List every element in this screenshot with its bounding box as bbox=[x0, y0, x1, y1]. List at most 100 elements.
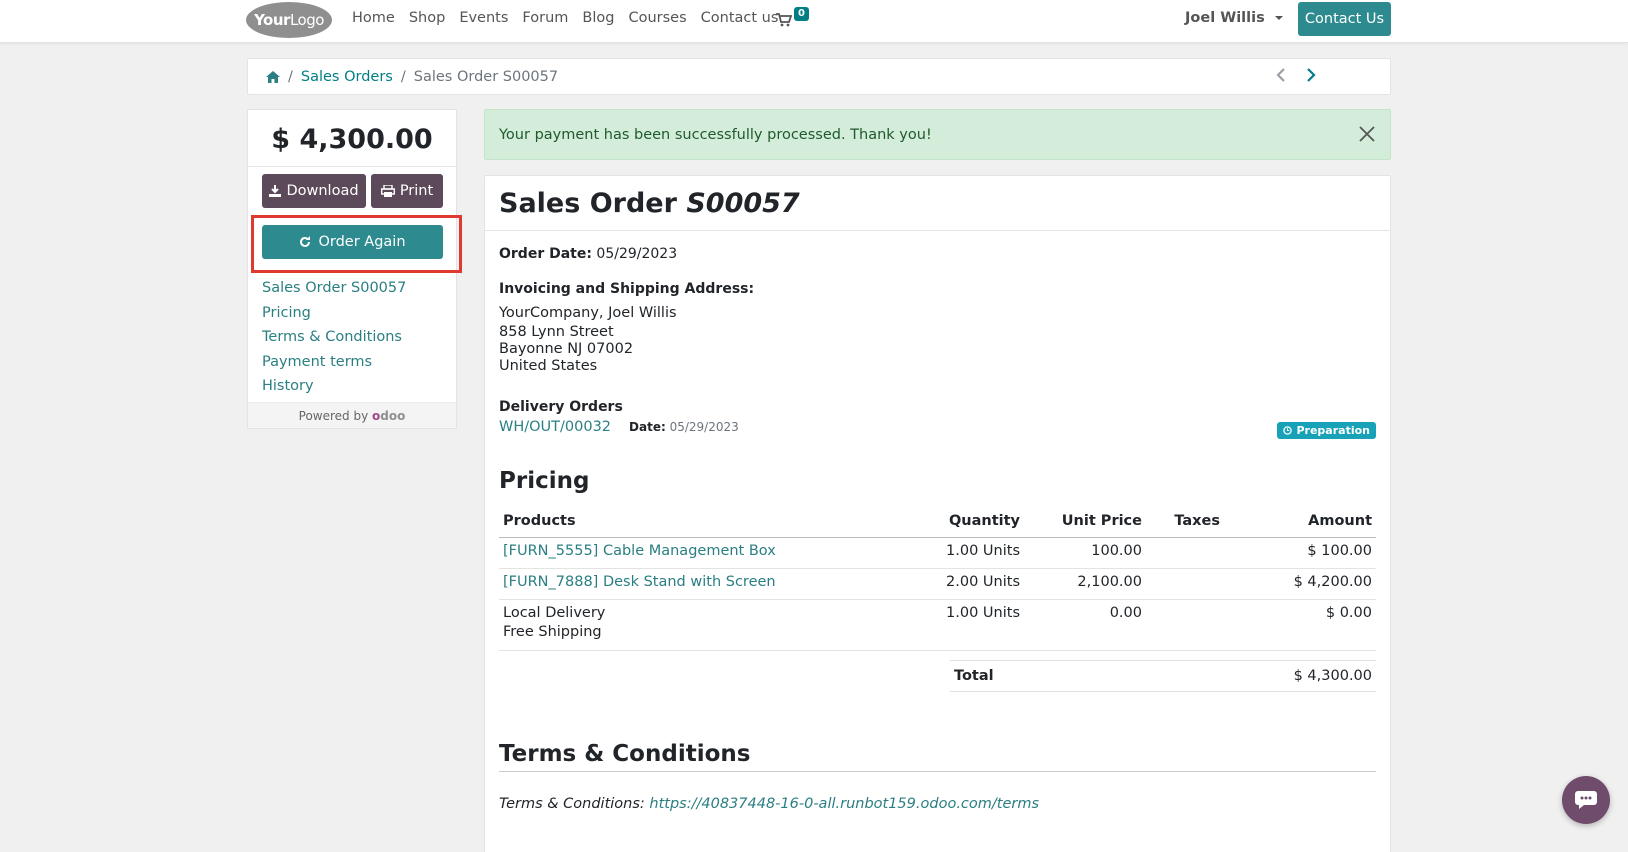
cart-count-badge: 0 bbox=[794, 7, 809, 21]
sales-order-card: Sales Order S00057 Order Date: 05/29/202… bbox=[484, 175, 1391, 852]
order-total-amount: $ 4,300.00 bbox=[271, 124, 433, 155]
taxes-cell bbox=[1146, 537, 1224, 569]
logo-text-thin: Logo bbox=[289, 11, 324, 29]
top-navbar: Your Logo Home Shop Events Forum Blog Cou… bbox=[0, 0, 1628, 43]
sidebar-link-history[interactable]: History bbox=[262, 374, 406, 399]
print-button[interactable]: Print bbox=[371, 174, 443, 208]
address-block: Invoicing and Shipping Address: YourComp… bbox=[499, 281, 754, 375]
unit-price-cell: 0.00 bbox=[1024, 599, 1146, 651]
nav-courses[interactable]: Courses bbox=[628, 10, 686, 26]
column-header: Taxes bbox=[1146, 506, 1224, 538]
column-header: Amount bbox=[1224, 506, 1376, 538]
user-name: Joel Willis bbox=[1185, 10, 1265, 26]
pricing-heading: Pricing bbox=[499, 468, 590, 494]
address-line: YourCompany, Joel Willis bbox=[499, 305, 677, 321]
nav-contact-us[interactable]: Contact us bbox=[701, 10, 779, 26]
breadcrumb-sales-orders[interactable]: Sales Orders bbox=[301, 69, 393, 85]
sidebar-link-sales-order[interactable]: Sales Order S00057 bbox=[262, 276, 406, 301]
delivery-row: WH/OUT/00032 Date: 05/29/2023 bbox=[499, 419, 739, 435]
print-icon bbox=[380, 185, 395, 197]
breadcrumb-separator: / bbox=[400, 68, 406, 85]
products-table: Products Quantity Unit Price Taxes Amoun… bbox=[499, 506, 1376, 651]
table-header-row: Products Quantity Unit Price Taxes Amoun… bbox=[499, 506, 1376, 538]
taxes-cell bbox=[1146, 599, 1224, 651]
address-line: Bayonne NJ 07002 bbox=[499, 341, 634, 357]
download-button[interactable]: Download bbox=[262, 174, 366, 208]
refresh-icon bbox=[300, 236, 311, 247]
payment-success-alert: Your payment has been successfully proce… bbox=[484, 109, 1391, 160]
live-chat-button[interactable] bbox=[1562, 776, 1610, 824]
odoo-logo[interactable]: odoo bbox=[372, 409, 405, 423]
delivery-orders-block: Delivery Orders WH/OUT/00032 Date: 05/29… bbox=[499, 399, 739, 435]
order-again-button[interactable]: Order Again bbox=[262, 225, 443, 259]
nav-home[interactable]: Home bbox=[352, 10, 395, 26]
nav-events[interactable]: Events bbox=[459, 10, 508, 26]
order-again-label: Order Again bbox=[318, 234, 406, 250]
total-label: Total bbox=[954, 668, 994, 684]
address-label: Invoicing and Shipping Address: bbox=[499, 281, 755, 297]
address-line: 858 Lynn Street bbox=[499, 324, 614, 340]
product-link[interactable]: [FURN_5555] Cable Management Box bbox=[503, 543, 776, 559]
product-description: Free Shipping bbox=[503, 623, 602, 640]
quantity-cell: 1.00 Units bbox=[914, 537, 1024, 569]
sidebar-nav: Sales Order S00057 Pricing Terms & Condi… bbox=[262, 276, 406, 399]
home-icon[interactable] bbox=[266, 70, 280, 83]
amount-cell: $ 0.00 bbox=[1224, 599, 1376, 651]
terms-heading: Terms & Conditions bbox=[499, 741, 1376, 772]
nav-blog[interactable]: Blog bbox=[582, 10, 614, 26]
delivery-date-value: 05/29/2023 bbox=[669, 420, 739, 434]
delivery-date-label: Date: bbox=[629, 420, 666, 434]
amount-cell: $ 4,200.00 bbox=[1224, 568, 1376, 600]
table-row: [FURN_7888] Desk Stand with Screen 2.00 … bbox=[499, 568, 1376, 600]
terms-label: Terms & Conditions: bbox=[499, 796, 645, 812]
unit-price-cell: 2,100.00 bbox=[1024, 568, 1146, 600]
quantity-cell: 1.00 Units bbox=[914, 599, 1024, 651]
chevron-left-icon[interactable] bbox=[1276, 68, 1286, 82]
record-pager bbox=[1276, 68, 1316, 82]
column-header: Products bbox=[499, 506, 914, 538]
breadcrumb-separator: / bbox=[288, 68, 293, 85]
terms-url-link[interactable]: https://40837448-16-0-all.runbot159.odoo… bbox=[649, 796, 1039, 812]
breadcrumb-current: Sales Order S00057 bbox=[413, 68, 559, 85]
delivery-order-link[interactable]: WH/OUT/00032 bbox=[499, 419, 611, 435]
breadcrumb: / Sales Orders / Sales Order S00057 bbox=[247, 58, 1391, 95]
user-dropdown[interactable]: Joel Willis bbox=[1185, 10, 1283, 26]
sidebar-link-pricing[interactable]: Pricing bbox=[262, 301, 406, 326]
company-logo[interactable]: Your Logo bbox=[246, 2, 332, 38]
table-row: [FURN_5555] Cable Management Box 1.00 Un… bbox=[499, 537, 1376, 569]
powered-by-text: Powered by bbox=[298, 409, 369, 423]
order-sidebar: $ 4,300.00 Download Print Order Again Sa… bbox=[247, 109, 462, 429]
address-line: United States bbox=[499, 358, 598, 374]
column-header: Unit Price bbox=[1024, 506, 1146, 538]
delivery-date: Date: 05/29/2023 bbox=[629, 420, 739, 434]
taxes-cell bbox=[1146, 568, 1224, 600]
sidebar-link-terms[interactable]: Terms & Conditions bbox=[262, 325, 406, 350]
unit-price-cell: 100.00 bbox=[1024, 537, 1146, 569]
download-label: Download bbox=[286, 183, 359, 199]
contact-us-button[interactable]: Contact Us bbox=[1298, 2, 1391, 36]
total-row: Total $ 4,300.00 bbox=[950, 660, 1376, 692]
chat-bubble-icon bbox=[1575, 791, 1597, 809]
order-date-label: Order Date: bbox=[499, 246, 592, 262]
product-cell: [FURN_5555] Cable Management Box bbox=[499, 537, 914, 569]
nav-forum[interactable]: Forum bbox=[522, 10, 568, 26]
powered-by-footer: Powered by odoo bbox=[248, 402, 456, 428]
amount-cell: $ 100.00 bbox=[1224, 537, 1376, 569]
sidebar-link-payment-terms[interactable]: Payment terms bbox=[262, 350, 406, 375]
card-header: Sales Order S00057 bbox=[485, 176, 1390, 231]
chevron-right-icon[interactable] bbox=[1306, 68, 1316, 82]
status-label: Preparation bbox=[1296, 424, 1370, 437]
status-badge: Preparation bbox=[1277, 422, 1376, 439]
odoo-logo-rest: doo bbox=[380, 409, 406, 423]
logo-text-bold: Your bbox=[254, 11, 290, 29]
close-icon[interactable] bbox=[1358, 125, 1376, 143]
download-icon bbox=[269, 185, 282, 197]
sidebar-divider bbox=[248, 166, 456, 167]
print-label: Print bbox=[399, 183, 434, 199]
cart-button[interactable]: 0 bbox=[776, 7, 810, 31]
product-link[interactable]: [FURN_7888] Desk Stand with Screen bbox=[503, 574, 776, 590]
caret-down-icon bbox=[1274, 16, 1283, 20]
shopping-cart-icon bbox=[776, 13, 792, 27]
page-title: Sales Order S00057 bbox=[499, 176, 1390, 231]
nav-shop[interactable]: Shop bbox=[409, 10, 445, 26]
